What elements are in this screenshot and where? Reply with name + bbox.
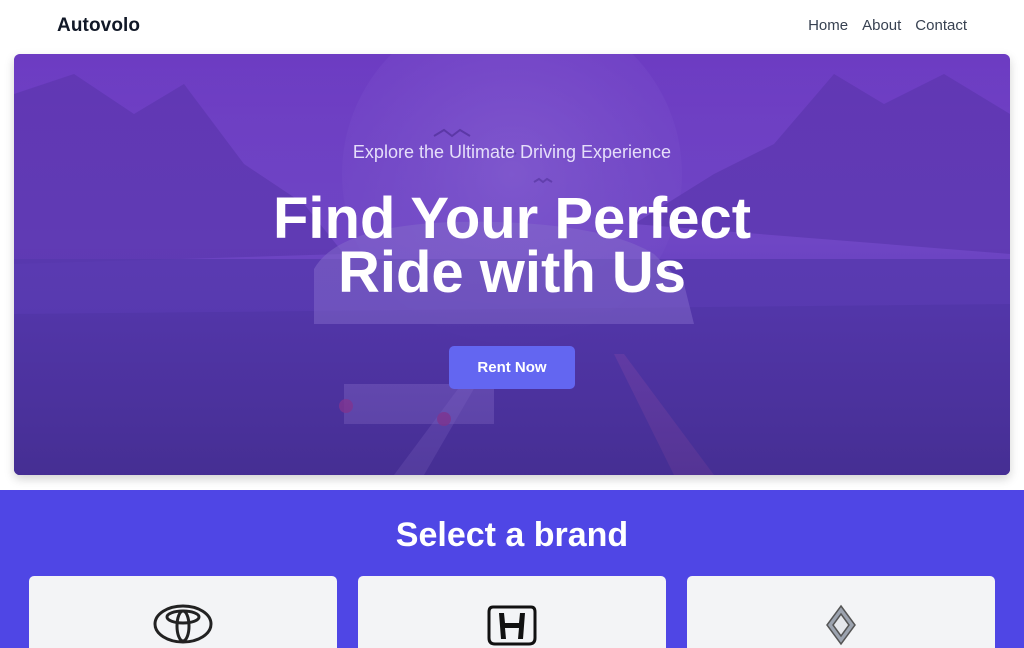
rent-now-button[interactable]: Rent Now bbox=[449, 346, 575, 389]
hero-kicker-text: Explore the Ultimate Driving Experience bbox=[352, 142, 672, 162]
brand-section-title: Select a brand bbox=[395, 516, 629, 554]
brand-card-renault[interactable] bbox=[687, 576, 995, 648]
top-navbar: Autovolo Home About Contact bbox=[0, 0, 1024, 54]
hero-banner: Explore the Ultimate Driving Experience … bbox=[14, 54, 1010, 475]
hero-title-line-2: Ride with Us bbox=[337, 240, 687, 305]
hero-content: Explore the Ultimate Driving Experience … bbox=[14, 54, 1010, 475]
nav-link-about[interactable]: About bbox=[862, 17, 901, 34]
renault-logo-icon bbox=[826, 604, 856, 646]
nav-link-contact[interactable]: Contact bbox=[915, 17, 967, 34]
nav-links: Home About Contact bbox=[808, 17, 967, 34]
honda-logo-icon bbox=[487, 605, 537, 646]
hero-title: Find Your Perfect Ride with Us bbox=[14, 190, 1010, 302]
site-logo-text[interactable]: Autovolo bbox=[57, 15, 140, 37]
brand-selection-section: Select a brand bbox=[0, 490, 1024, 648]
toyota-logo-icon bbox=[153, 604, 213, 644]
brand-card-honda[interactable] bbox=[358, 576, 666, 648]
brand-card-toyota[interactable] bbox=[29, 576, 337, 648]
nav-link-home[interactable]: Home bbox=[808, 17, 848, 34]
